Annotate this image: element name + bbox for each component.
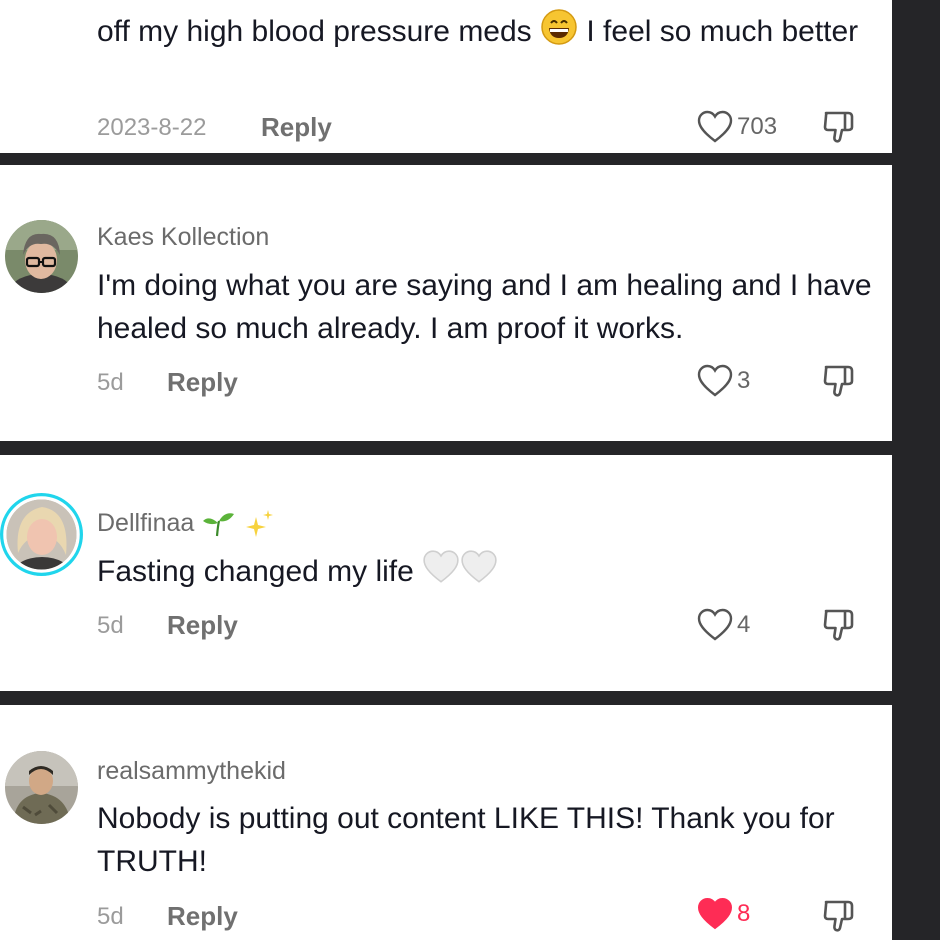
heart-outline-icon <box>697 364 733 397</box>
comment-username[interactable]: Dellfinaa <box>97 509 276 539</box>
like-count: 4 <box>737 611 751 638</box>
heart-filled-icon <box>697 897 733 930</box>
comment-text: I'm doing what you are saying and I am h… <box>97 269 872 345</box>
white-heart-icon <box>460 549 498 597</box>
comment-panel: realsammythekid Nobody is putting out co… <box>0 705 892 940</box>
comment-date: 5d <box>97 903 124 930</box>
avatar[interactable] <box>5 751 78 824</box>
comment-panel: Dellfinaa Fasting changed my life 5d Rep… <box>0 455 892 691</box>
reply-button[interactable]: Reply <box>167 610 238 641</box>
comment-username[interactable]: Kaes Kollection <box>97 223 269 252</box>
grinning-face-icon <box>540 8 578 58</box>
like-count: 703 <box>737 113 778 140</box>
heart-outline-icon <box>697 608 733 641</box>
like-count: 8 <box>737 900 751 927</box>
like-button[interactable]: 3 <box>697 364 750 398</box>
dislike-icon[interactable] <box>820 108 858 146</box>
comment-panel: off my high blood pressure meds I feel s… <box>0 0 892 153</box>
comment-text: Nobody is putting out content LIKE THIS!… <box>97 802 835 878</box>
white-heart-icon <box>422 549 460 597</box>
reply-button[interactable]: Reply <box>167 901 238 932</box>
comment-text: Fasting changed my life <box>97 549 877 597</box>
dislike-icon[interactable] <box>820 362 858 400</box>
like-button[interactable]: 4 <box>697 608 750 642</box>
avatar[interactable] <box>0 493 83 576</box>
like-count: 3 <box>737 367 751 394</box>
comment-text: off my high blood pressure meds I feel s… <box>97 8 877 58</box>
avatar[interactable] <box>5 220 78 293</box>
seedling-icon <box>203 513 235 537</box>
sparkles-icon <box>246 510 274 538</box>
comment-panel: Kaes Kollection I'm doing what you are s… <box>0 165 892 441</box>
like-button[interactable]: 703 <box>697 110 777 144</box>
comment-date: 5d <box>97 612 124 639</box>
comment-username[interactable]: realsammythekid <box>97 757 286 786</box>
dislike-icon[interactable] <box>820 897 858 935</box>
comment-date: 5d <box>97 369 124 396</box>
heart-outline-icon <box>697 110 733 143</box>
reply-button[interactable]: Reply <box>167 367 238 398</box>
dislike-icon[interactable] <box>820 606 858 644</box>
reply-button[interactable]: Reply <box>261 112 332 143</box>
like-button[interactable]: 8 <box>697 897 750 931</box>
comment-date: 2023-8-22 <box>97 114 207 141</box>
